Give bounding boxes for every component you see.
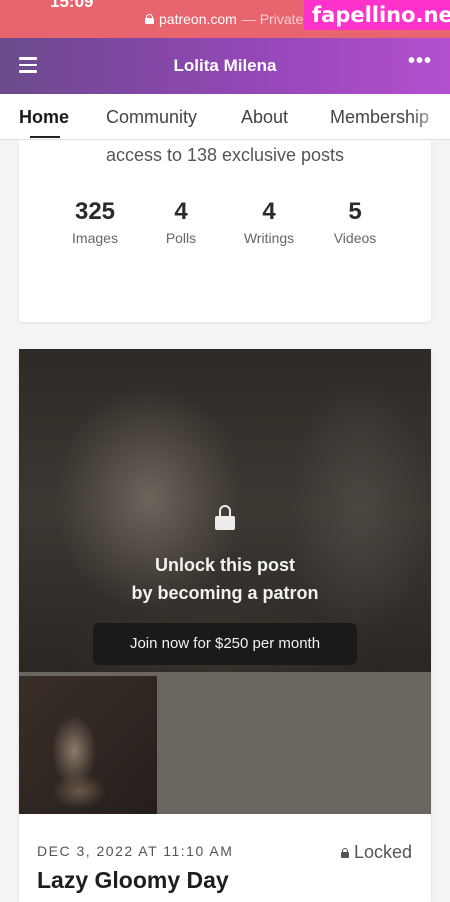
- post-title[interactable]: Lazy Gloomy Day: [37, 867, 229, 894]
- status-time: 15:09: [50, 0, 94, 11]
- stat-label: Images: [72, 230, 118, 246]
- unlock-line: Unlock this post: [154, 555, 295, 575]
- app-header: Lolita Milena •••: [0, 38, 450, 94]
- lock-icon: [340, 847, 349, 858]
- stat-value: 325: [74, 198, 116, 225]
- lock-icon: [145, 14, 154, 24]
- thumbnail-strip: [19, 672, 431, 814]
- tab-community[interactable]: Community: [106, 107, 197, 128]
- stat-value: 4: [174, 198, 188, 225]
- tab-bar: Home Community About Membership: [0, 94, 450, 140]
- stat-writings: 4 Writings: [237, 198, 301, 246]
- post-thumbnail[interactable]: [19, 676, 157, 814]
- unlock-line: by becoming a patron: [131, 583, 319, 603]
- stat-images: 325 Images: [67, 198, 123, 246]
- unlock-message: Unlock this post by becoming a patron: [19, 551, 431, 607]
- post-date: DEC 3, 2022 AT 11:10 AM: [37, 843, 234, 859]
- stat-value: 5: [348, 198, 362, 225]
- stat-value: 4: [262, 198, 276, 225]
- url-field[interactable]: patreon.com — Private: [145, 11, 303, 27]
- stat-label: Writings: [243, 230, 295, 246]
- tab-home[interactable]: Home: [19, 107, 69, 128]
- stat-videos: 5 Videos: [327, 198, 383, 246]
- post-card[interactable]: Unlock this post by becoming a patron Jo…: [19, 349, 431, 902]
- stat-label: Polls: [165, 230, 197, 246]
- lock-icon: [215, 505, 235, 530]
- active-tab-indicator: [30, 136, 60, 138]
- locked-label: Locked: [353, 842, 412, 862]
- watermark: fapellino.net: [304, 0, 450, 30]
- stats-card: access to 138 exclusive posts 325 Images…: [19, 140, 431, 322]
- url-text: patreon.com: [159, 11, 237, 27]
- join-button[interactable]: Join now for $250 per month: [93, 623, 357, 665]
- stat-polls: 4 Polls: [156, 198, 206, 246]
- private-label: — Private: [241, 11, 304, 27]
- stat-label: Videos: [333, 230, 377, 246]
- locked-badge: Locked: [340, 842, 412, 863]
- more-dots-icon[interactable]: •••: [408, 51, 432, 71]
- page-title: Lolita Milena: [173, 56, 277, 75]
- access-text: access to 138 exclusive posts: [105, 145, 345, 165]
- tab-about[interactable]: About: [241, 107, 288, 128]
